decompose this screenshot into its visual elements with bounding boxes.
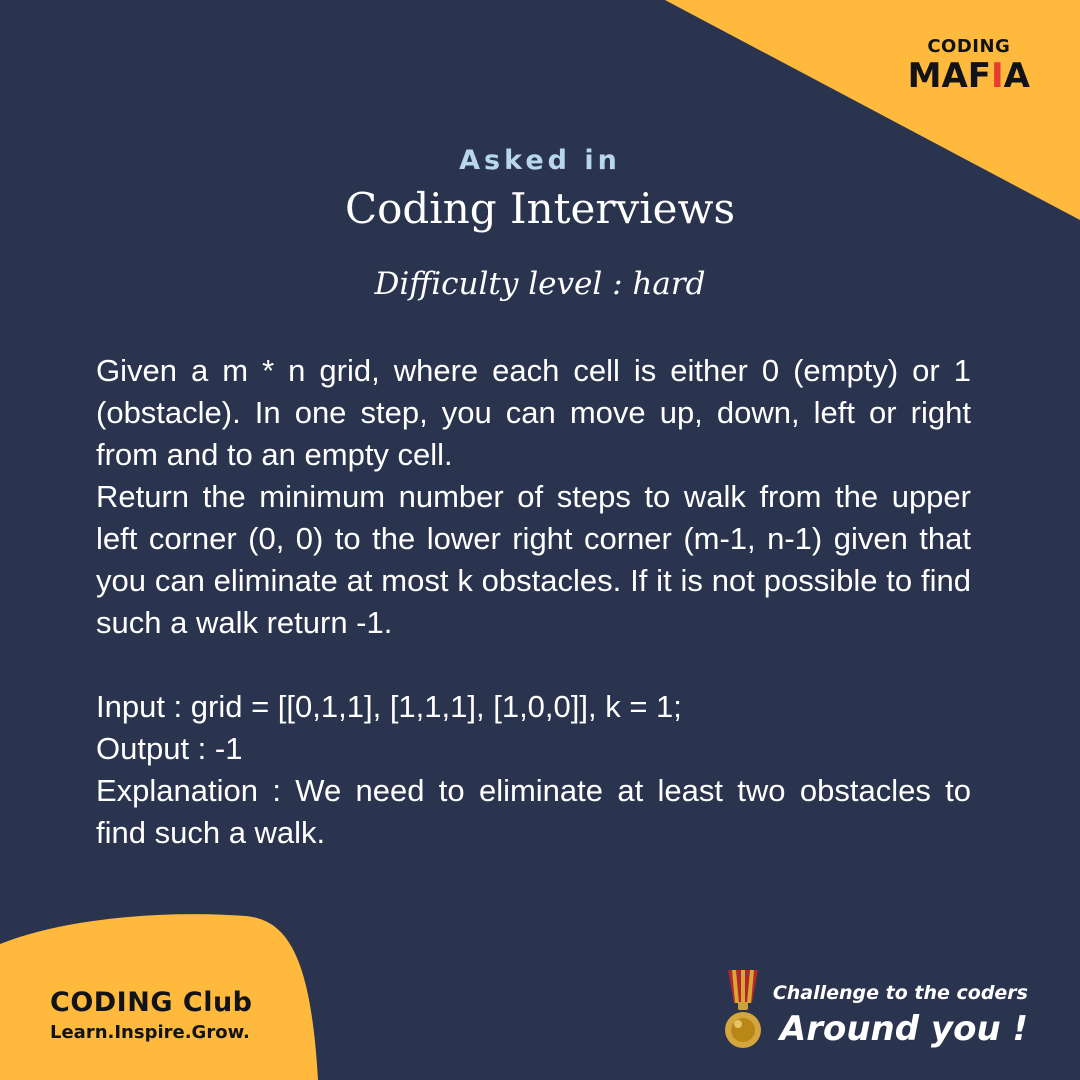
example-output: Output : -1 (96, 731, 243, 766)
problem-content: Given a m * n grid, where each cell is e… (96, 350, 971, 854)
example-input: Input : grid = [[0,1,1], [1,1,1], [1,0,0… (96, 689, 682, 724)
coding-club-branding: CODING Club Learn.Inspire.Grow. (50, 989, 253, 1042)
logo-bottom-line: MAFIA (908, 59, 1030, 93)
challenge-line-2: Around you ! (779, 1009, 1028, 1049)
logo-bottom-line-prefix: MAF (907, 56, 992, 96)
difficulty-label: Difficulty level : hard (374, 266, 706, 302)
problem-paragraph-2: Return the minimum number of steps to wa… (96, 479, 971, 640)
tie-icon: I (991, 56, 1004, 96)
logo-top-line: CODING (927, 36, 1011, 57)
coding-mafia-logo: CODING MAFIA (908, 36, 1030, 94)
page-title: Coding Interviews (345, 184, 735, 233)
challenge-message: Challenge to the coders Around you ! (773, 980, 1028, 1048)
example-explanation: Explanation : We need to eliminate at le… (96, 773, 971, 850)
challenge-line-1: Challenge to the coders (772, 982, 1028, 1004)
club-tagline: Learn.Inspire.Grow. (50, 1022, 250, 1043)
club-title: CODING Club (50, 987, 253, 1018)
medal-icon (725, 970, 761, 1048)
logo-bottom-line-suffix: A (1003, 56, 1030, 96)
eyebrow-text: Asked in (459, 145, 621, 176)
social-post-card: CODING MAFIA Asked in Coding Interviews … (0, 0, 1080, 1080)
problem-paragraph-1: Given a m * n grid, where each cell is e… (96, 353, 971, 472)
example-block: Input : grid = [[0,1,1], [1,1,1], [1,0,0… (96, 686, 971, 854)
